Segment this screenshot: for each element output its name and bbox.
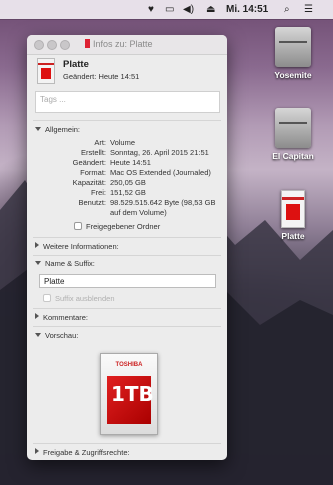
item-name: Platte <box>63 59 89 70</box>
drive-mini-icon <box>85 39 90 48</box>
section-label: Weitere Informationen: <box>43 242 119 251</box>
disclosure-closed-icon <box>35 448 39 454</box>
section-label: Allgemein: <box>45 125 81 134</box>
info-value: 250,05 GB <box>110 178 146 187</box>
external-drive-icon <box>281 190 305 228</box>
info-row: Art: Volume <box>27 138 227 148</box>
desktop-icon-el-capitan[interactable]: El Capitan <box>258 108 328 161</box>
hide-extension-checkbox[interactable] <box>43 294 51 302</box>
desktop-icon-yosemite[interactable]: Yosemite <box>258 27 328 80</box>
info-key: Benutzt: <box>78 198 106 207</box>
info-key: Format: <box>80 168 106 177</box>
info-value: 98.529.515.642 Byte (98,53 GB <box>110 198 216 207</box>
close-button[interactable] <box>34 40 44 50</box>
desktop-icon-label: El Capitan <box>272 151 314 161</box>
section-preview-toggle[interactable]: Vorschau: <box>35 331 78 340</box>
disclosure-closed-icon <box>35 242 39 248</box>
disclosure-open-icon <box>35 333 41 337</box>
preview-image: TOSHIBA 1TB <box>100 353 158 435</box>
window-title: Infos zu: Platte <box>85 39 153 49</box>
notification-center-icon[interactable]: ☰ <box>304 3 313 16</box>
hard-drive-icon <box>275 108 311 148</box>
section-label: Vorschau: <box>45 331 79 340</box>
disclosure-open-icon <box>35 261 41 265</box>
section-name-suffix-toggle[interactable]: Name & Suffix: <box>35 259 95 268</box>
desktop-icon-label: Platte <box>281 231 305 241</box>
airplay-icon[interactable]: ▭ <box>165 3 174 16</box>
section-general-toggle[interactable]: Allgemein: <box>35 125 80 134</box>
divider <box>33 120 221 121</box>
info-row: Format: Mac OS Extended (Journaled) <box>27 168 227 178</box>
tags-input[interactable]: Tags ... <box>35 91 220 113</box>
item-modified: Geändert: Heute 14:51 <box>63 72 140 81</box>
info-key: Geändert: <box>72 158 106 167</box>
section-label: Freigabe & Zugriffsrechte: <box>43 448 130 457</box>
desktop-icon-label: Yosemite <box>274 70 312 80</box>
info-row: auf dem Volume) <box>27 208 227 218</box>
info-key: Art: <box>94 138 106 147</box>
window-title-text: Infos zu: Platte <box>93 39 153 49</box>
section-comments-toggle[interactable]: Kommentare: <box>35 313 88 322</box>
info-value: auf dem Volume) <box>110 208 167 217</box>
divider <box>33 237 221 238</box>
desktop-icon-platte[interactable]: Platte <box>258 190 328 241</box>
zoom-button[interactable] <box>60 40 70 50</box>
info-window: Infos zu: Platte Platte Geändert: Heute … <box>27 35 227 460</box>
info-row: Kapazität: 250,05 GB <box>27 178 227 188</box>
section-label: Kommentare: <box>43 313 89 322</box>
divider <box>33 326 221 327</box>
spotlight-search-icon[interactable]: ⌕ <box>284 3 290 16</box>
name-input[interactable]: Platte <box>39 274 216 288</box>
divider <box>33 255 221 256</box>
info-value: Mac OS Extended (Journaled) <box>110 168 211 177</box>
eject-icon[interactable]: ⏏ <box>206 3 215 16</box>
info-row: Frei: 151,52 GB <box>27 188 227 198</box>
drive-icon <box>37 58 55 84</box>
hide-extension-label: Suffix ausblenden <box>55 294 115 303</box>
info-value: Volume <box>110 138 136 147</box>
info-value: Heute 14:51 <box>110 158 151 167</box>
preview-size: 1TB <box>111 382 154 406</box>
shared-folder-checkbox[interactable] <box>74 222 82 230</box>
info-row: Benutzt: 98.529.515.642 Byte (98,53 GB <box>27 198 227 208</box>
divider <box>33 308 221 309</box>
info-row: Geändert: Heute 14:51 <box>27 158 227 168</box>
section-sharing-toggle[interactable]: Freigabe & Zugriffsrechte: <box>35 448 130 457</box>
volume-icon[interactable]: ◀) <box>183 3 194 16</box>
disclosure-open-icon <box>35 127 41 131</box>
preview-brand: TOSHIBA <box>115 362 143 368</box>
menubar-clock[interactable]: Mi. 14:51 <box>226 3 268 16</box>
hard-drive-icon <box>275 27 311 67</box>
minimize-button[interactable] <box>47 40 57 50</box>
section-more-info-toggle[interactable]: Weitere Informationen: <box>35 242 119 251</box>
window-titlebar[interactable]: Infos zu: Platte <box>27 35 227 55</box>
shared-folder-label: Freigegebener Ordner <box>86 222 161 231</box>
section-label: Name & Suffix: <box>45 259 95 268</box>
info-key: Erstellt: <box>80 148 106 157</box>
info-key: Frei: <box>91 188 106 197</box>
info-key: Kapazität: <box>72 178 106 187</box>
info-value: 151,52 GB <box>110 188 146 197</box>
heart-icon[interactable]: ♥ <box>148 3 154 16</box>
disclosure-closed-icon <box>35 313 39 319</box>
info-value: Sonntag, 26. April 2015 21:51 <box>110 148 209 157</box>
menu-bar: ♥ ▭ ◀) ⏏ Mi. 14:51 ⌕ ☰ <box>0 0 333 19</box>
divider <box>33 443 221 444</box>
info-row: Erstellt: Sonntag, 26. April 2015 21:51 <box>27 148 227 158</box>
